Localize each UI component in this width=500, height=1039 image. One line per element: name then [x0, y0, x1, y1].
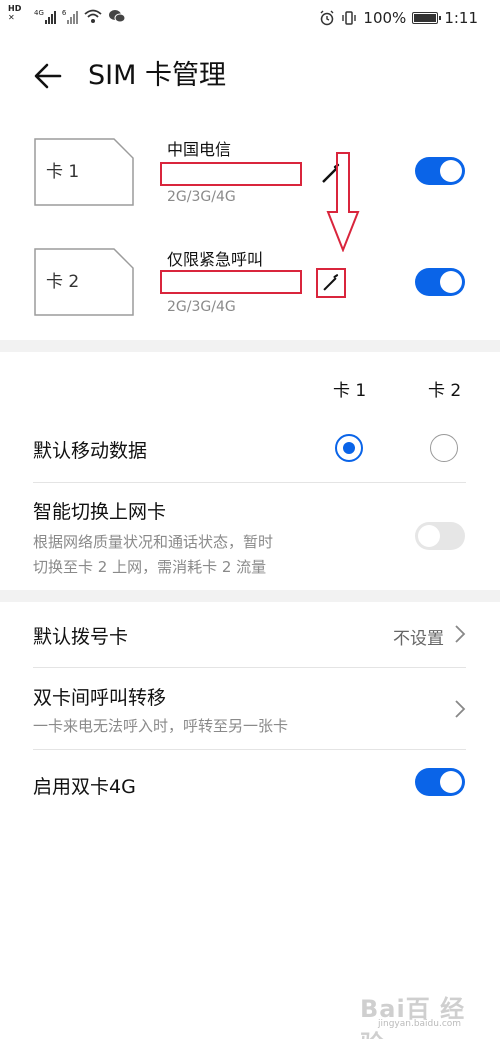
call-forward-title[interactable]: 双卡间呼叫转移 — [33, 683, 166, 710]
sim-2-carrier: 仅限紧急呼叫 — [167, 250, 264, 269]
page-title: SIM 卡管理 — [88, 60, 226, 91]
default-dial-value[interactable]: 不设置 — [393, 624, 444, 649]
data-arrows-icon: ✕ — [8, 13, 15, 22]
divider — [33, 482, 466, 483]
sim-card-1-icon: 卡 1 — [34, 138, 134, 206]
signal-1-label: 4G — [34, 9, 44, 17]
wechat-icon — [109, 10, 126, 23]
status-left: HD ✕ 4G 6 — [8, 4, 126, 24]
call-forward-subtitle: 一卡来电无法呼入时，呼转至另一张卡 — [33, 717, 289, 735]
battery-percent: 100% — [363, 9, 407, 27]
chevron-right-icon[interactable] — [453, 698, 467, 720]
watermark-text: Bai百 经验 — [360, 995, 466, 1039]
smart-switch-title: 智能切换上网卡 — [33, 501, 167, 523]
sim-1-carrier: 中国电信 — [167, 140, 232, 159]
signal-2-icon: 6 — [61, 9, 79, 24]
sim-card-2-icon: 卡 2 — [34, 248, 134, 316]
battery-icon — [412, 12, 442, 24]
sim-card-2-label: 卡 2 — [46, 272, 80, 292]
default-data-card2-radio[interactable] — [430, 434, 458, 462]
sim-2-edit-icon[interactable] — [316, 268, 346, 298]
alarm-icon — [320, 10, 334, 26]
dual-4g-title: 启用双卡4G — [33, 776, 136, 798]
chevron-right-icon[interactable] — [453, 623, 467, 645]
sim-1-network: 2G/3G/4G — [167, 189, 236, 205]
sim-1-number-redacted — [160, 162, 302, 186]
signal-1-icon: 4G — [34, 10, 56, 24]
smart-switch-toggle[interactable] — [415, 522, 465, 550]
baidu-jingyan-watermark: Bai百 经验 jingyan.baidu.com — [350, 985, 480, 1039]
sim-card-1-label: 卡 1 — [46, 162, 80, 182]
sim-2-toggle[interactable] — [415, 268, 465, 296]
divider — [33, 749, 466, 750]
watermark-url: jingyan.baidu.com — [378, 1019, 462, 1029]
default-data-card1-radio[interactable] — [335, 434, 363, 462]
sim-1-toggle[interactable] — [415, 157, 465, 185]
divider — [33, 667, 466, 668]
back-arrow-icon[interactable] — [30, 58, 66, 94]
dual-4g-toggle[interactable] — [415, 768, 465, 796]
default-dial-title[interactable]: 默认拨号卡 — [33, 622, 128, 649]
signal-2-label: 6 — [61, 9, 67, 17]
sim-2-number-redacted — [160, 270, 302, 294]
wifi-icon — [84, 9, 102, 23]
column-card-1: 卡 1 — [333, 381, 367, 401]
default-data-title: 默认移动数据 — [33, 440, 148, 462]
smart-switch-subtitle-1: 根据网络质量状况和通话状态，暂时 — [33, 533, 274, 551]
hd-indicator: HD ✕ — [8, 4, 28, 22]
section-divider-2 — [0, 590, 500, 602]
sim-2-network: 2G/3G/4G — [167, 299, 236, 315]
clock: 1:11 — [444, 9, 478, 27]
smart-switch-subtitle-2: 切换至卡 2 上网，需消耗卡 2 流量 — [33, 558, 267, 576]
hd-label: HD — [8, 4, 22, 13]
red-arrow-annotation — [326, 152, 360, 252]
vibrate-icon — [342, 11, 357, 25]
status-bar: HD ✕ 4G 6 100% 1:11 — [0, 0, 500, 36]
column-card-2: 卡 2 — [428, 381, 462, 401]
section-divider-1 — [0, 340, 500, 352]
status-right: 100% 1:11 — [319, 9, 478, 27]
